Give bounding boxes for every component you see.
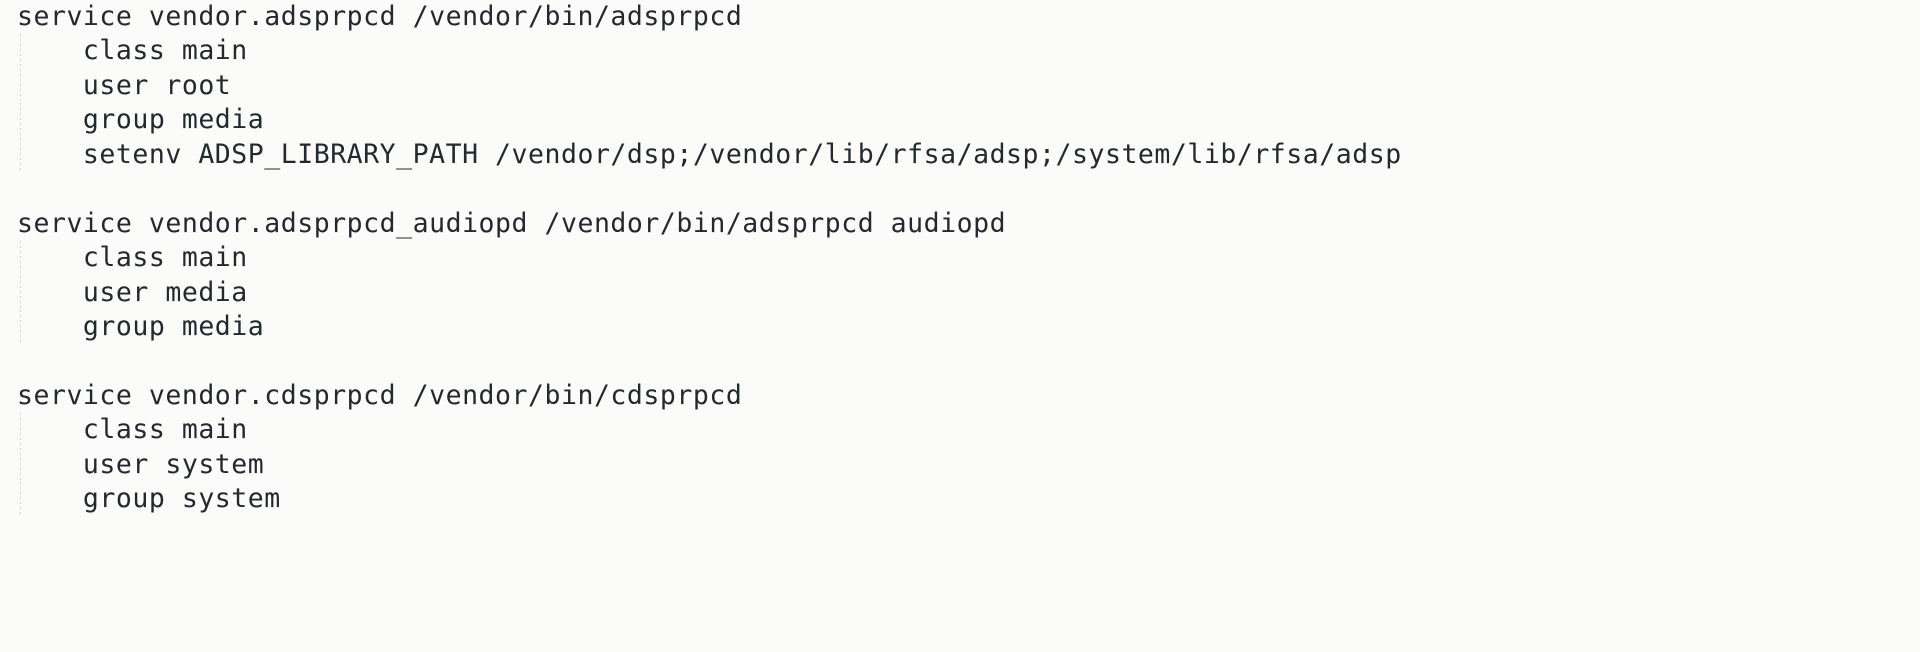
code-line: class main	[0, 413, 1920, 448]
code-line-text: user system	[17, 448, 265, 480]
code-line: service vendor.cdsprpcd /vendor/bin/cdsp…	[0, 379, 1920, 413]
code-line: user media	[0, 275, 1920, 310]
code-line: user system	[0, 447, 1920, 483]
code-snippet-viewer: service vendor.adsprpcd /vendor/bin/adsp…	[0, 0, 1920, 652]
code-line-text: group media	[17, 104, 265, 136]
code-line-text: group media	[17, 310, 265, 342]
code-line-text: class main	[17, 414, 248, 446]
code-line-text: group system	[17, 483, 281, 515]
code-line: service vendor.adsprpcd_audiopd /vendor/…	[0, 207, 1920, 241]
code-block[interactable]: service vendor.adsprpcd /vendor/bin/adsp…	[0, 0, 1920, 517]
code-line: group media	[0, 103, 1920, 138]
code-line-text: service vendor.adsprpcd /vendor/bin/adsp…	[17, 1, 743, 32]
code-line-text: service vendor.cdsprpcd /vendor/bin/cdsp…	[17, 379, 743, 411]
code-line: service vendor.adsprpcd /vendor/bin/adsp…	[0, 0, 1920, 34]
code-line-blank	[0, 344, 1920, 378]
code-line-blank	[0, 172, 1920, 206]
code-line-text: service vendor.adsprpcd_audiopd /vendor/…	[17, 207, 1007, 239]
code-line-text: class main	[17, 35, 248, 67]
code-line-text: user root	[17, 69, 232, 101]
code-line-text: class main	[17, 242, 248, 274]
code-line: group system	[0, 482, 1920, 517]
code-line-text: user media	[17, 276, 248, 308]
code-line: setenv ADSP_LIBRARY_PATH /vendor/dsp;/ve…	[0, 137, 1920, 173]
code-line: class main	[0, 34, 1920, 69]
code-line: class main	[0, 241, 1920, 276]
code-line-text: setenv ADSP_LIBRARY_PATH /vendor/dsp;/ve…	[17, 138, 1402, 170]
code-line: user root	[0, 68, 1920, 104]
code-line: group media	[0, 309, 1920, 345]
